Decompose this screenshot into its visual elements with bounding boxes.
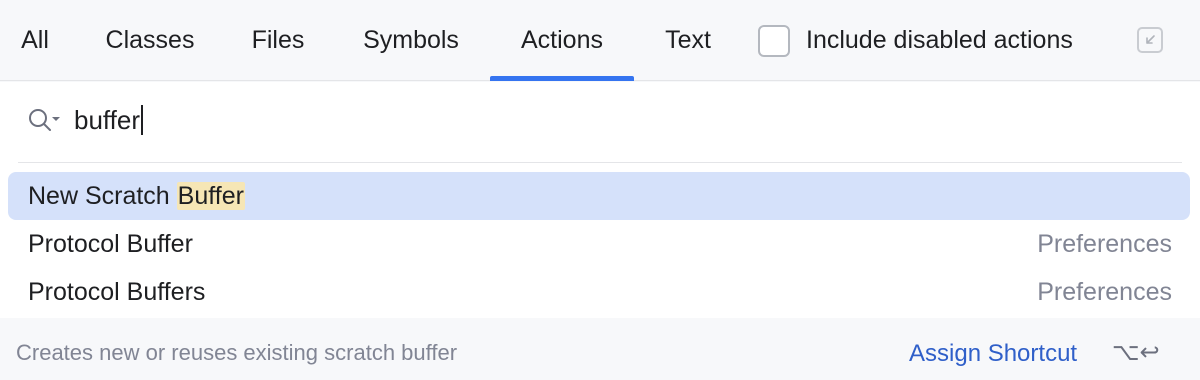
search-row: buffer	[0, 82, 1200, 163]
tab-actions[interactable]: Actions	[490, 0, 634, 81]
match-highlight: Buffer	[176, 181, 245, 210]
result-item-protocol-buffers[interactable]: Protocol Buffers Preferences	[8, 268, 1190, 316]
result-name: New Scratch Buffer	[28, 181, 245, 211]
divider	[18, 162, 1182, 163]
arrow-down-left-icon	[1146, 35, 1155, 44]
search-everywhere-tabbar: All Classes Files Symbols Actions Text I…	[0, 0, 1200, 81]
result-item-new-scratch-buffer[interactable]: New Scratch Buffer	[8, 172, 1190, 220]
open-in-window-button[interactable]	[1137, 27, 1163, 53]
action-description: Creates new or reuses existing scratch b…	[16, 340, 458, 365]
tab-classes[interactable]: Classes	[88, 0, 212, 81]
search-history-icon[interactable]	[26, 106, 62, 139]
result-name-prefix: New Scratch	[28, 181, 177, 210]
assign-shortcut-link[interactable]: Assign Shortcut	[909, 340, 1077, 368]
footer: Creates new or reuses existing scratch b…	[0, 318, 1200, 380]
search-input[interactable]: buffer	[74, 102, 144, 138]
search-input-value: buffer	[74, 104, 141, 135]
tab-symbols[interactable]: Symbols	[344, 0, 478, 81]
shortcut-hint: ⌥↩	[1112, 338, 1160, 366]
include-disabled-label: Include disabled actions	[806, 26, 1073, 54]
popup-body: buffer New Scratch Buffer Protocol Buffe…	[0, 82, 1200, 318]
tab-files[interactable]: Files	[236, 0, 320, 81]
tab-text[interactable]: Text	[646, 0, 730, 81]
text-caret	[141, 105, 144, 135]
result-name: Protocol Buffer	[28, 229, 193, 258]
tab-all[interactable]: All	[8, 0, 62, 81]
result-category: Preferences	[1037, 277, 1172, 306]
include-disabled-actions-toggle[interactable]: Include disabled actions	[758, 0, 1073, 81]
include-disabled-checkbox[interactable]	[758, 24, 790, 57]
result-item-protocol-buffer[interactable]: Protocol Buffer Preferences	[8, 220, 1190, 268]
result-category: Preferences	[1037, 229, 1172, 258]
result-name: Protocol Buffers	[28, 277, 206, 306]
